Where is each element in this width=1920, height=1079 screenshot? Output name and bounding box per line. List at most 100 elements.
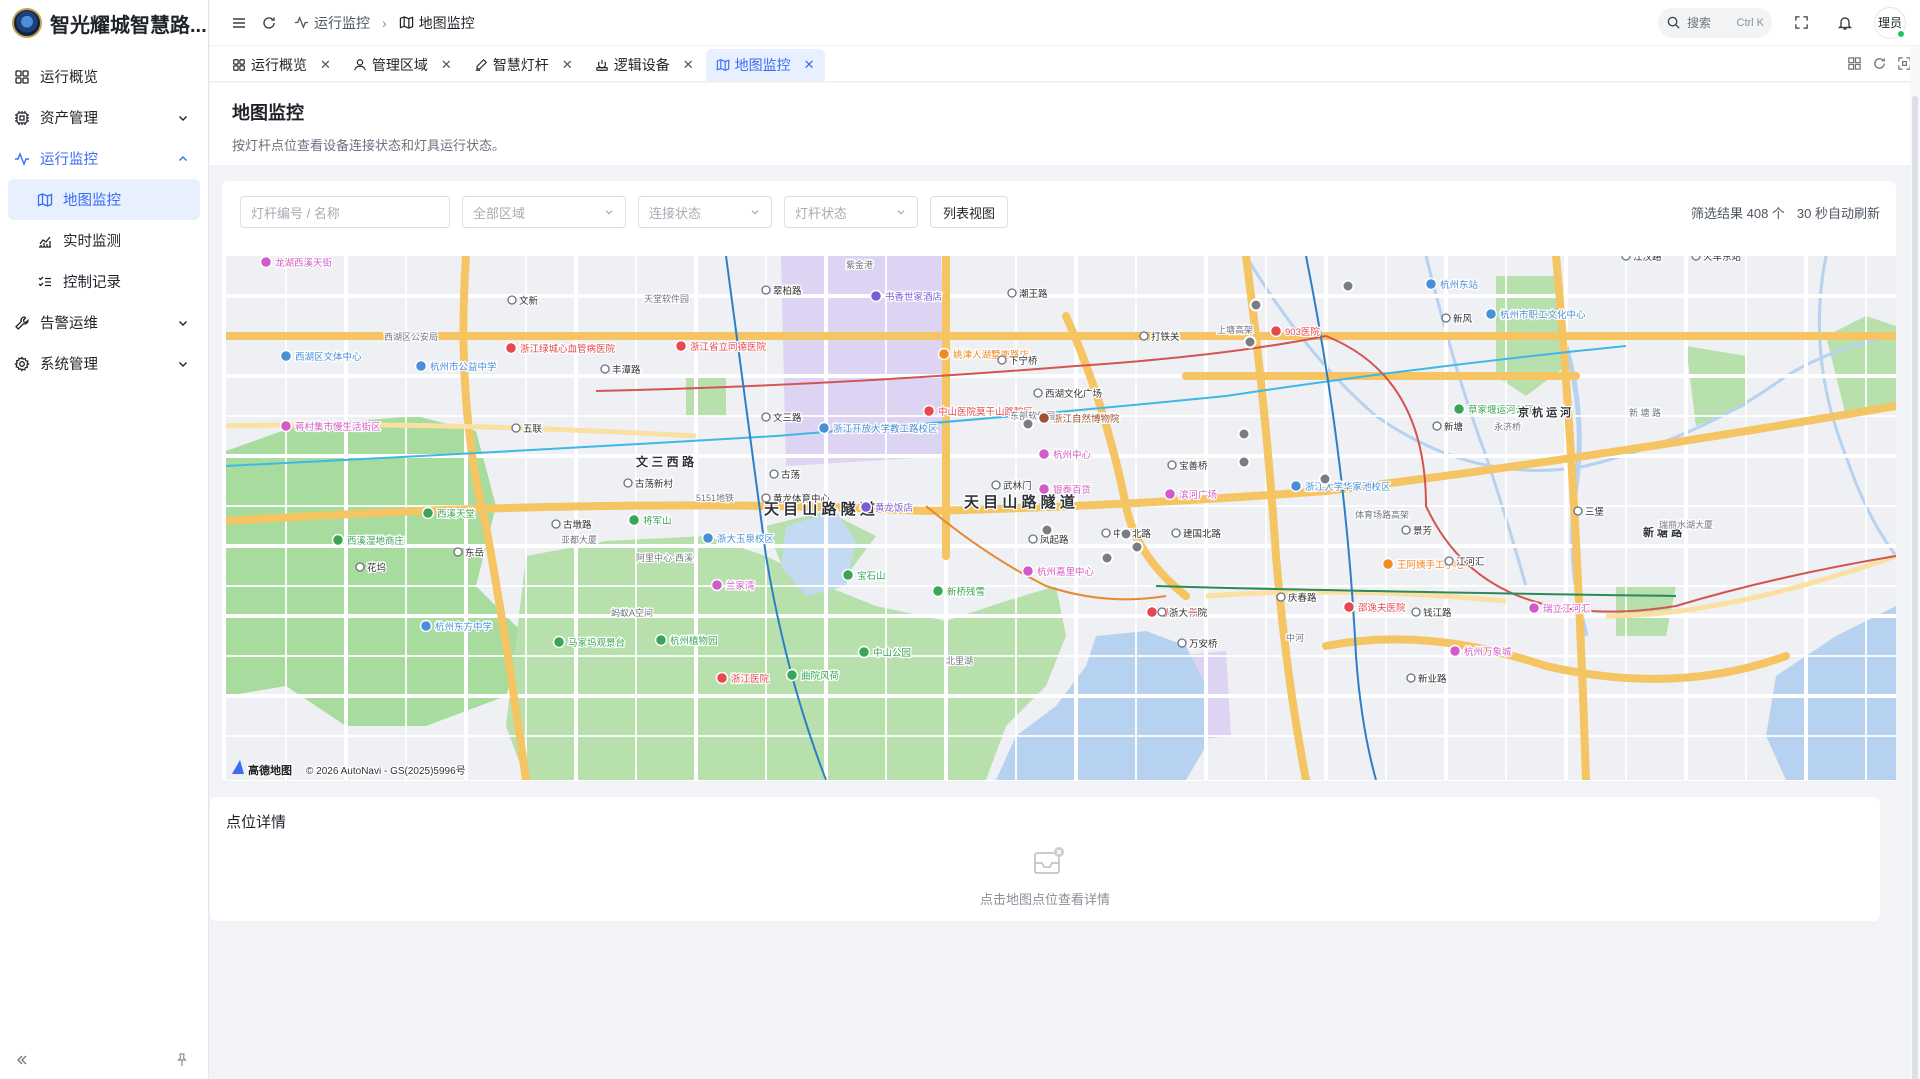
map-poi[interactable] [504,341,518,355]
map-poi[interactable] [627,513,641,527]
tab-smart-poles[interactable]: 智慧灯杆 ✕ [464,49,583,81]
lamp-pole-pin[interactable] [1040,523,1054,537]
menu-toggle-button[interactable] [224,8,254,38]
collapse-sidebar-icon[interactable] [14,1052,30,1068]
breadcrumb-item[interactable]: 运行监控 [294,13,370,33]
map-poi[interactable] [931,584,945,598]
map-poi[interactable] [1527,601,1541,615]
map-poi[interactable] [817,421,831,435]
fullscreen-button[interactable] [1786,8,1816,38]
refresh-icon[interactable] [1872,56,1887,71]
station-label: 新风 [1453,313,1473,325]
map-poi[interactable] [922,404,936,418]
map-poi[interactable] [715,671,729,685]
tab-overview[interactable]: 运行概览 ✕ [222,49,341,81]
map-poi[interactable] [841,568,855,582]
map-poi[interactable] [259,256,273,269]
user-avatar[interactable]: 理员 [1874,6,1906,39]
keyword-input[interactable]: 灯杆编号 / 名称 [240,196,450,228]
poi-label: 浙江开放大学教工路校区 [833,423,938,435]
area-select[interactable]: 全部区域 [462,196,626,228]
map-poi[interactable] [937,347,951,361]
connection-select[interactable]: 连接状态 [638,196,772,228]
map-poi[interactable] [1484,307,1498,321]
map-poi[interactable] [414,359,428,373]
sidebar-item-control-log[interactable]: 控制记录 [0,261,208,302]
close-icon[interactable]: ✕ [804,57,815,73]
metro-station-icon [1432,421,1442,431]
grid-icon[interactable] [1847,56,1862,71]
map-poi[interactable] [1269,324,1283,338]
lamp-pole-pin[interactable] [1249,298,1263,312]
lamp-pole-pin[interactable] [1341,279,1355,293]
poi-marker-icon [1021,564,1035,578]
page-scrollbar[interactable] [1910,46,1920,1079]
map-poi[interactable] [785,668,799,682]
station-label: 潮王路 [1019,288,1048,300]
map-poi[interactable] [701,531,715,545]
tab-map-monitor[interactable]: 地图监控 ✕ [705,49,825,81]
metro-station-icon [761,285,771,295]
lamp-pole-pin[interactable] [1237,427,1251,441]
pin-icon[interactable] [174,1052,190,1068]
close-icon[interactable]: ✕ [683,57,694,73]
notifications-button[interactable] [1830,8,1860,38]
map-poi[interactable] [1037,411,1051,425]
map-poi[interactable] [552,635,566,649]
lamp-pole-pin[interactable] [1130,540,1144,554]
map-poi[interactable] [710,578,724,592]
map-poi[interactable] [1289,479,1303,493]
map-poi[interactable] [1381,557,1395,571]
sidebar-item-alarm[interactable]: 告警运维 [0,302,208,343]
map-poi[interactable] [1021,564,1035,578]
map-poi[interactable] [1037,482,1051,496]
close-icon[interactable]: ✕ [441,57,452,73]
brand[interactable]: 智光耀城智慧路... [0,0,208,46]
map-poi[interactable] [654,633,668,647]
search-label: 搜索 [1687,16,1712,30]
map-poi[interactable] [421,506,435,520]
list-view-button[interactable]: 列表视图 [930,196,1009,228]
scroll-thumb[interactable] [1912,96,1918,1079]
map-poi[interactable] [1424,277,1438,291]
map-poi[interactable] [1163,487,1177,501]
sidebar-item-overview[interactable]: 运行概览 [0,56,208,97]
lamp-pole-pin[interactable] [1237,455,1251,469]
sidebar-item-system[interactable]: 系统管理 [0,343,208,384]
close-icon[interactable]: ✕ [320,57,331,73]
map-poi[interactable] [331,533,345,547]
map-poi[interactable] [1145,605,1159,619]
breadcrumb-item[interactable]: 地图监控 [399,13,475,33]
map-poi[interactable] [1037,447,1051,461]
global-search[interactable]: 搜索 Ctrl K [1658,7,1772,38]
map-canvas[interactable]: 龙湖西溪天街 西湖区文体中心 杭州市公益中学 浙江绿城心血管病医院 浙江省立同德医院 书香… [226,256,1896,780]
metro-station-icon [1406,673,1416,683]
sidebar-item-realtime[interactable]: 实时监测 [0,220,208,261]
map-poi[interactable] [859,500,873,514]
map-poi[interactable] [279,419,293,433]
map-poi[interactable] [869,289,883,303]
sidebar-item-assets[interactable]: 资产管理 [0,97,208,138]
lamp-pole-pin[interactable] [1318,472,1332,486]
close-icon[interactable]: ✕ [562,57,573,73]
lamp-pole-pin[interactable] [1021,417,1035,431]
tab-logical-devices[interactable]: 逻辑设备 ✕ [585,49,704,81]
sidebar-item-map-monitor[interactable]: 地图监控 [8,179,200,220]
map-poi[interactable] [419,619,433,633]
area-label: 蚂蚁A空间 [611,607,653,618]
area-label: 阿里中心·西溪 [636,552,693,563]
map-poi[interactable] [857,645,871,659]
lamp-pole-pin[interactable] [1100,551,1114,565]
map-poi[interactable] [1452,402,1466,416]
map-poi[interactable] [1342,600,1356,614]
lamp-pole-pin[interactable] [1243,335,1257,349]
reload-button[interactable] [254,8,284,38]
sidebar-item-monitoring[interactable]: 运行监控 [0,138,208,179]
map-poi[interactable] [279,349,293,363]
tab-areas[interactable]: 管理区域 ✕ [343,49,462,81]
map-poi[interactable] [1448,644,1462,658]
lamp-pole-pin[interactable] [1119,527,1133,541]
map-poi[interactable] [674,339,688,353]
metro-station-icon [507,295,517,305]
lamp-status-select[interactable]: 灯杆状态 [784,196,918,228]
